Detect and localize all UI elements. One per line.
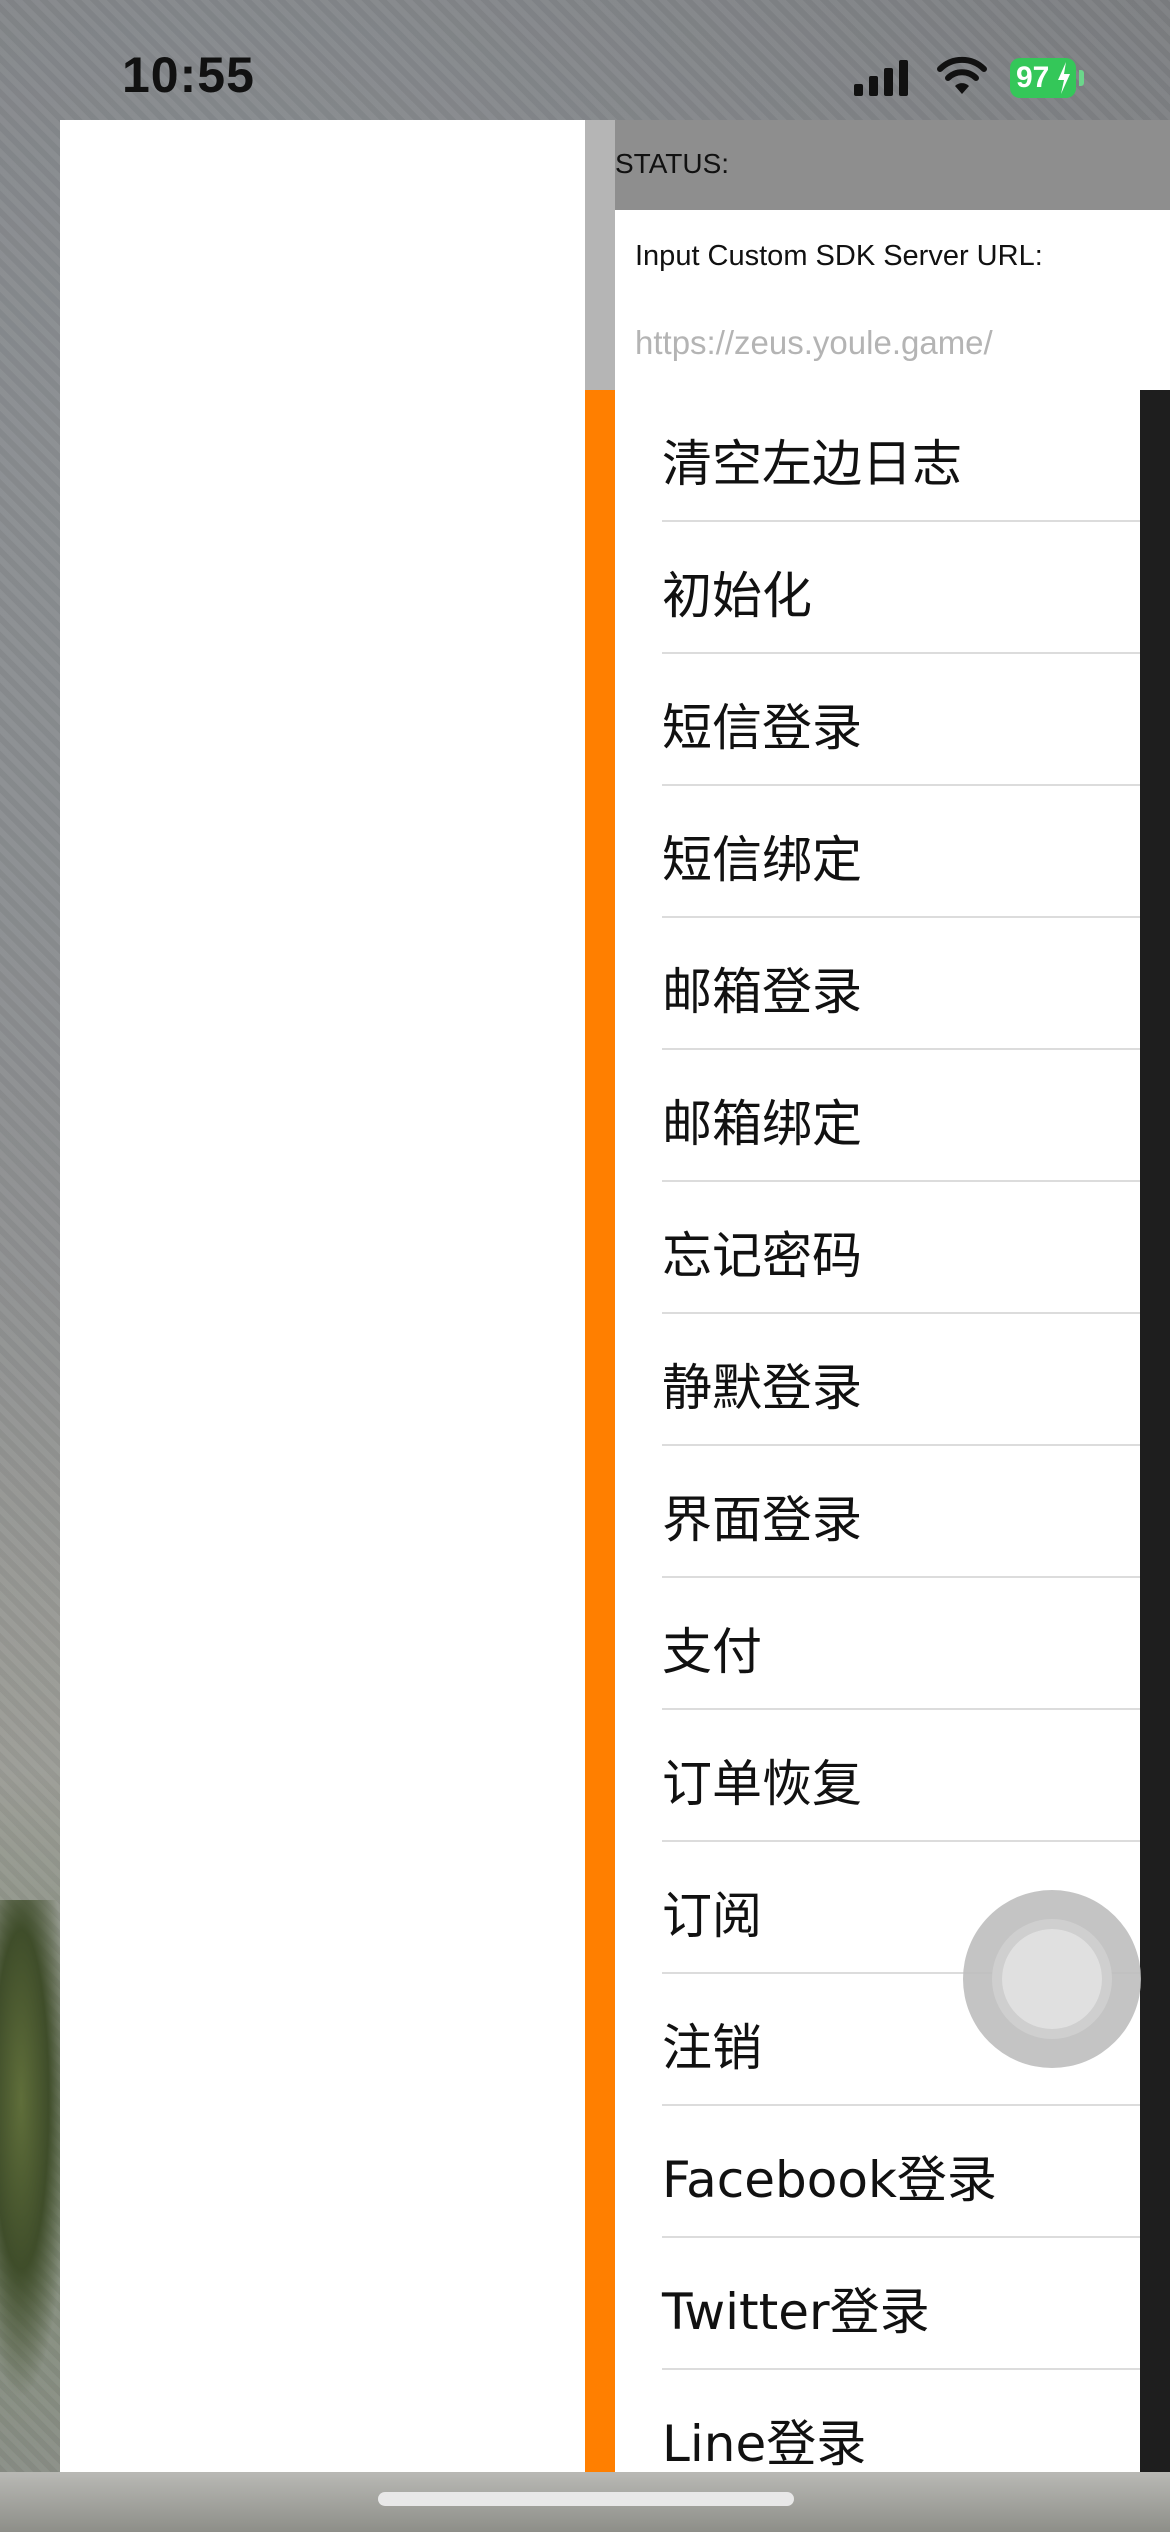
menu-item-twitter-login[interactable]: Twitter登录 <box>615 2238 1140 2370</box>
menu-item-ui-login[interactable]: 界面登录 <box>615 1446 1140 1578</box>
menu-item-init[interactable]: 初始化 <box>615 522 1140 654</box>
scroll-track[interactable] <box>585 120 615 2472</box>
menu-item-forgot-password[interactable]: 忘记密码 <box>615 1182 1140 1314</box>
menu-item-label: 邮箱绑定 <box>662 1095 862 1153</box>
status-bar: 10:55 97 <box>0 0 1170 130</box>
screen: 10:55 97 STATUS: Input Custom SDK Server… <box>0 0 1170 2532</box>
menu-item-restore-order[interactable]: 订单恢复 <box>615 1710 1140 1842</box>
assistive-touch-inner <box>1002 1929 1102 2029</box>
menu-item-label: 界面登录 <box>662 1491 862 1549</box>
menu-item-label: 短信登录 <box>662 699 862 757</box>
menu-item-label: Facebook登录 <box>662 2151 997 2209</box>
menu-item-silent-login[interactable]: 静默登录 <box>615 1314 1140 1446</box>
action-menu: 清空左边日志 初始化 短信登录 短信绑定 邮箱登录 邮箱绑定 忘记密码 静默登录… <box>615 390 1140 2472</box>
menu-item-sms-bind[interactable]: 短信绑定 <box>615 786 1140 918</box>
menu-item-label: 清空左边日志 <box>662 435 962 493</box>
menu-item-facebook-login[interactable]: Facebook登录 <box>615 2106 1140 2238</box>
menu-item-label: 邮箱登录 <box>662 963 862 1021</box>
server-url-label: Input Custom SDK Server URL: <box>635 240 1043 272</box>
scroll-thumb[interactable] <box>585 120 615 390</box>
home-indicator[interactable] <box>378 2492 794 2506</box>
status-header: STATUS: <box>615 120 1170 210</box>
battery-tip <box>1079 70 1084 86</box>
menu-item-label: 支付 <box>662 1623 762 1681</box>
status-time: 10:55 <box>122 47 255 103</box>
menu-item-label: 订阅 <box>662 1887 762 1945</box>
log-panel[interactable] <box>60 120 585 2472</box>
menu-item-label: 忘记密码 <box>662 1227 862 1285</box>
menu-item-clear-log[interactable]: 清空左边日志 <box>615 390 1140 522</box>
menu-item-pay[interactable]: 支付 <box>615 1578 1140 1710</box>
wifi-icon <box>937 56 987 94</box>
cellular-signal-icon <box>854 60 908 96</box>
battery-icon: 97 <box>1010 58 1084 98</box>
menu-item-label: 注销 <box>662 2019 762 2077</box>
menu-item-line-login[interactable]: Line登录 <box>615 2370 1140 2472</box>
menu-item-label: Line登录 <box>662 2415 867 2472</box>
menu-item-label: 订单恢复 <box>662 1755 862 1813</box>
menu-item-label: 初始化 <box>662 567 812 625</box>
assistive-touch-icon[interactable] <box>963 1890 1141 2068</box>
menu-item-label: 短信绑定 <box>662 831 862 889</box>
panel-edge <box>1140 390 1170 2472</box>
server-url-box: Input Custom SDK Server URL: <box>615 210 1170 390</box>
server-url-input[interactable] <box>629 315 1161 371</box>
menu-item-label: 静默登录 <box>662 1359 862 1417</box>
status-label: STATUS: <box>615 148 730 179</box>
menu-item-label: Twitter登录 <box>662 2283 930 2341</box>
menu-item-sms-login[interactable]: 短信登录 <box>615 654 1140 786</box>
menu-item-email-bind[interactable]: 邮箱绑定 <box>615 1050 1140 1182</box>
charging-bolt-icon <box>1058 62 1070 94</box>
menu-item-email-login[interactable]: 邮箱登录 <box>615 918 1140 1050</box>
